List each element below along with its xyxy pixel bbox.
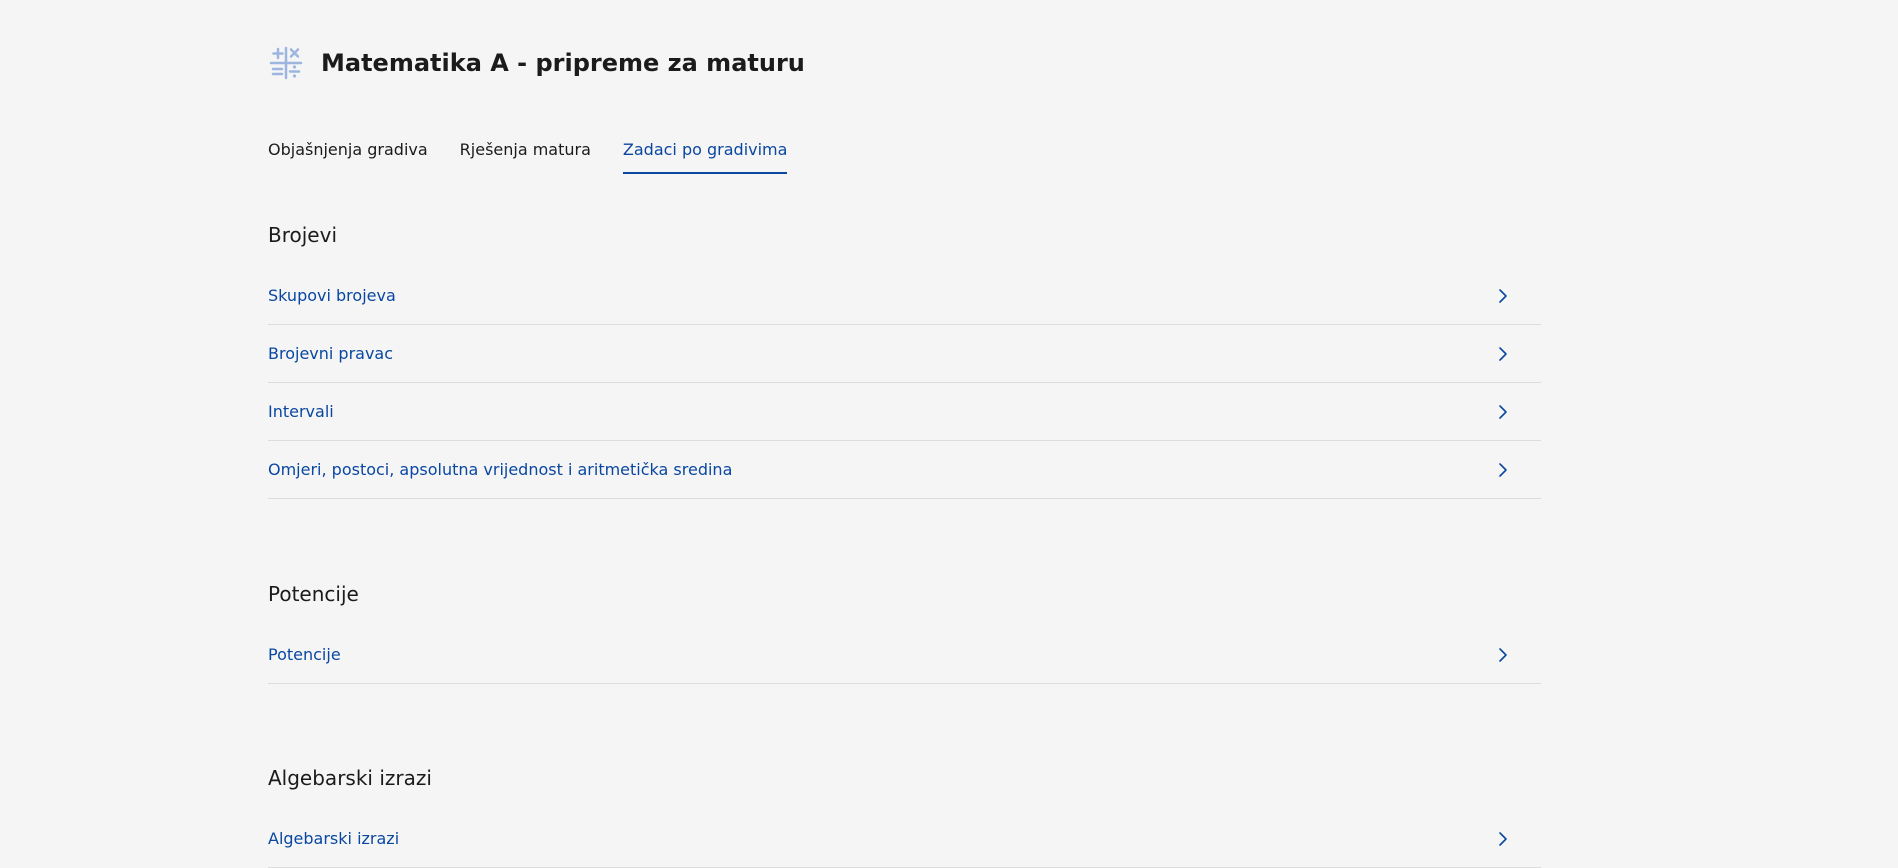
chevron-right-icon [1495, 647, 1511, 663]
chevron-right-icon [1495, 404, 1511, 420]
topic-label: Skupovi brojeva [268, 286, 396, 305]
page-title: Matematika A - pripreme za maturu [321, 49, 805, 77]
topic-row-brojevni-pravac[interactable]: Brojevni pravac [268, 325, 1541, 383]
section-brojevi: Brojevi Skupovi brojeva Brojevni pravac … [268, 220, 1541, 499]
tab-bar: Objašnjenja gradiva Rješenja matura Zada… [268, 138, 819, 174]
section-heading: Brojevi [268, 223, 337, 247]
topic-label: Brojevni pravac [268, 344, 394, 363]
topic-label: Intervali [268, 402, 334, 421]
topic-row-potencije[interactable]: Potencije [268, 626, 1541, 684]
chevron-right-icon [1495, 288, 1511, 304]
topic-list: Skupovi brojeva Brojevni pravac Interval… [268, 267, 1541, 499]
chevron-right-icon [1495, 462, 1511, 478]
tab-zadaci-po-gradivima[interactable]: Zadaci po gradivima [622, 138, 788, 174]
section-heading: Potencije [268, 582, 359, 606]
section-potencije: Potencije Potencije [268, 579, 1541, 684]
topic-row-algebarski-izrazi[interactable]: Algebarski izrazi [268, 810, 1541, 868]
tab-objasnjenja-gradiva[interactable]: Objašnjenja gradiva [268, 138, 428, 174]
topic-label: Potencije [268, 645, 341, 664]
topic-list: Algebarski izrazi [268, 810, 1541, 868]
chevron-right-icon [1495, 346, 1511, 362]
topic-row-skupovi-brojeva[interactable]: Skupovi brojeva [268, 267, 1541, 325]
section-algebarski-izrazi: Algebarski izrazi Algebarski izrazi [268, 763, 1541, 868]
page-header: Matematika A - pripreme za maturu [268, 43, 805, 83]
topic-row-intervali[interactable]: Intervali [268, 383, 1541, 441]
math-operators-icon [268, 45, 304, 81]
chevron-right-icon [1495, 831, 1511, 847]
topic-list: Potencije [268, 626, 1541, 684]
section-heading: Algebarski izrazi [268, 766, 432, 790]
topic-row-omjeri-postoci[interactable]: Omjeri, postoci, apsolutna vrijednost i … [268, 441, 1541, 499]
topic-label: Algebarski izrazi [268, 829, 400, 848]
tab-rjesenja-matura[interactable]: Rješenja matura [460, 138, 591, 174]
topic-label: Omjeri, postoci, apsolutna vrijednost i … [268, 460, 733, 479]
